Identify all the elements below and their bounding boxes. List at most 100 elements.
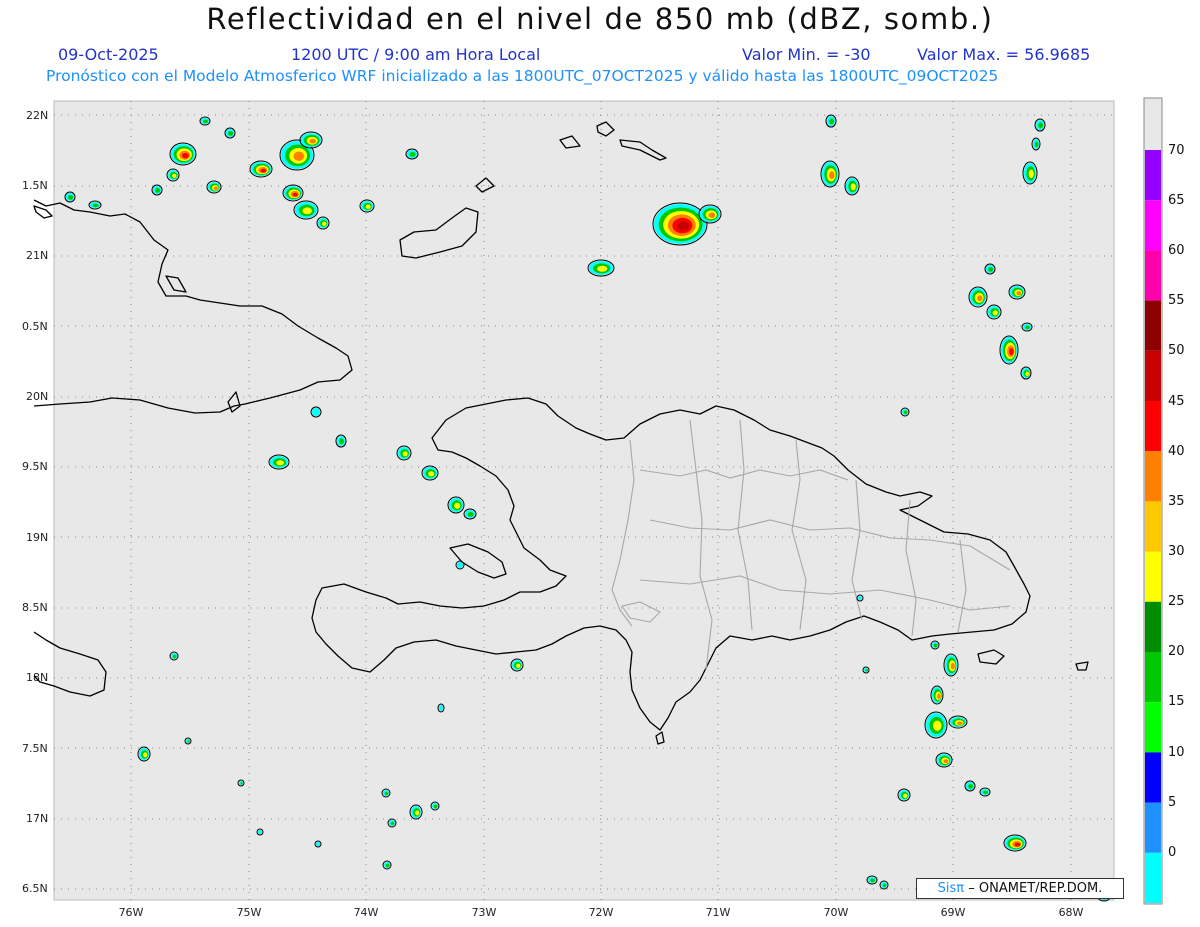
colorbar-segment — [1145, 652, 1161, 703]
colorbar-segment — [1145, 752, 1161, 803]
echo-cell — [866, 875, 878, 885]
lat-label: 8.5N — [22, 601, 48, 614]
colorbar-label: 45 — [1168, 394, 1185, 409]
echo-cell — [169, 142, 197, 166]
colorbar — [1145, 150, 1161, 903]
echo-cell — [1021, 322, 1033, 332]
colorbar-segment — [1145, 401, 1161, 452]
echo-cell — [224, 127, 236, 139]
echo-cell — [930, 685, 944, 705]
lat-label: 7.5N — [22, 742, 48, 755]
lat-label: 18N — [26, 671, 48, 684]
echo-cell — [447, 496, 465, 514]
echo-cell — [948, 715, 968, 729]
colorbar-label: 20 — [1168, 644, 1185, 659]
echo-cell — [900, 407, 910, 417]
echo-cell — [430, 801, 440, 811]
echo-cell — [381, 788, 391, 798]
echo-cell — [359, 199, 375, 213]
colorbar-segment — [1145, 802, 1161, 853]
echo-cell — [387, 818, 397, 828]
echo-cell — [1020, 366, 1032, 380]
echo-cell — [964, 780, 976, 792]
colorbar-segment — [1145, 501, 1161, 552]
colorbar-label: 0 — [1168, 845, 1177, 860]
lon-label: 68W — [1059, 906, 1084, 919]
colorbar-label: 25 — [1168, 594, 1185, 609]
colorbar-segment — [1145, 350, 1161, 401]
echo-cell — [455, 560, 465, 570]
echo-cell — [930, 640, 940, 650]
echo-cell — [1031, 137, 1041, 151]
latitude-labels: 22N 1.5N 21N 0.5N 20N 9.5N 19N 8.5N 18N … — [22, 109, 48, 895]
echo-cell — [310, 406, 322, 418]
echo-cell — [825, 114, 837, 128]
lon-label: 72W — [589, 906, 614, 919]
echo-cell — [293, 200, 319, 220]
colorbar-segment — [1145, 200, 1161, 251]
echo-cell — [249, 160, 273, 178]
echo-cell — [1022, 161, 1038, 185]
lat-label: 21N — [26, 249, 48, 262]
credit-box: Sisπ – ONAMET/REP.DOM. — [916, 878, 1124, 899]
lat-label: 1.5N — [22, 179, 48, 192]
echo-cell — [396, 445, 412, 461]
colorbar-segment — [1145, 601, 1161, 652]
echo-cell — [409, 804, 423, 820]
credit-text: – ONAMET/REP.DOM. — [968, 881, 1103, 896]
echo-cell — [984, 263, 996, 275]
colorbar-segment — [1145, 250, 1161, 301]
echo-cell — [1008, 284, 1026, 300]
colorbar-label: 35 — [1168, 494, 1185, 509]
echo-cell — [935, 752, 953, 768]
lat-label: 0.5N — [22, 320, 48, 333]
echo-cell — [510, 658, 524, 672]
echo-cell — [206, 180, 222, 194]
lon-label: 69W — [941, 906, 966, 919]
echo-cell — [137, 746, 151, 762]
colorbar-segment — [1145, 451, 1161, 502]
colorbar-segment — [1145, 702, 1161, 753]
echo-cell — [382, 860, 392, 870]
echo-cell — [199, 116, 211, 126]
echo-cell — [64, 191, 76, 203]
echo-cell — [943, 653, 959, 677]
colorbar-segment — [1145, 150, 1161, 201]
lon-label: 70W — [824, 906, 849, 919]
echo-cell — [151, 184, 163, 196]
colorbar-segment — [1145, 852, 1161, 903]
lon-label: 71W — [706, 906, 731, 919]
echo-cell — [652, 202, 708, 246]
lat-label: 19N — [26, 531, 48, 544]
lon-label: 74W — [354, 906, 379, 919]
lat-label: 20N — [26, 390, 48, 403]
reflectivity-map: 22N 1.5N 21N 0.5N 20N 9.5N 19N 8.5N 18N … — [22, 97, 1163, 919]
echo-cell — [268, 454, 290, 470]
lat-label: 9.5N — [22, 460, 48, 473]
colorbar-label: 60 — [1168, 243, 1185, 258]
lon-label: 76W — [119, 906, 144, 919]
echo-cell — [986, 304, 1002, 320]
echo-cell — [421, 465, 439, 481]
echo-cell — [166, 168, 180, 182]
colorbar-segment — [1145, 300, 1161, 351]
echo-cell — [968, 286, 988, 308]
echo-cell — [1034, 118, 1046, 132]
colorbar-label: 10 — [1168, 745, 1185, 760]
longitude-labels: 76W 75W 74W 73W 72W 71W 70W 69W 68W — [119, 906, 1084, 919]
echo-cell — [282, 184, 304, 202]
sispi-logo: Sisπ — [937, 881, 965, 896]
echo-cell — [299, 131, 323, 149]
echo-cell — [924, 711, 948, 739]
echo-cell — [844, 176, 860, 196]
echo-cell — [698, 204, 722, 224]
colorbar-label: 15 — [1168, 694, 1185, 709]
echo-cell — [820, 160, 840, 188]
echo-cell — [405, 148, 419, 160]
echo-cell — [1003, 834, 1027, 852]
echo-cell — [463, 508, 477, 520]
echo-cell — [316, 216, 330, 230]
lon-label: 73W — [472, 906, 497, 919]
colorbar-label: 70 — [1168, 143, 1185, 158]
map-panel — [53, 100, 1115, 901]
